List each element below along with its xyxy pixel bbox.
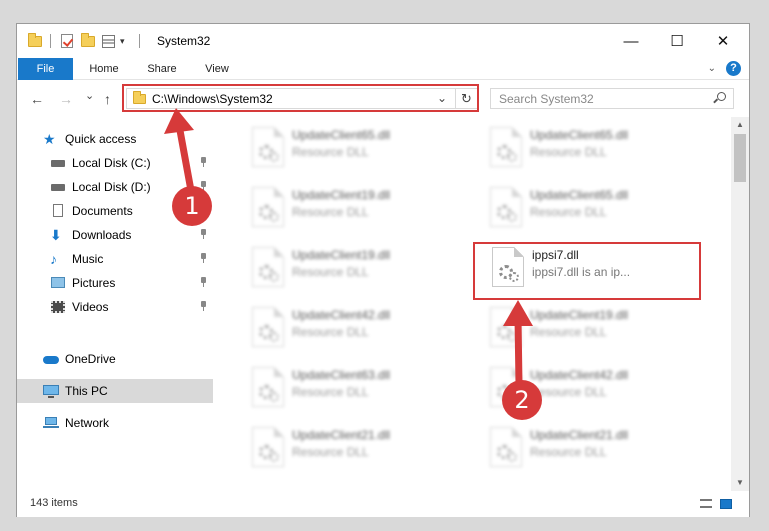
arrow-2-shaft — [514, 314, 523, 388]
arrow-2-head — [503, 300, 533, 326]
step-1-badge: 1 — [172, 186, 212, 226]
step-2-badge: 2 — [502, 380, 542, 420]
annotation-arrows — [164, 108, 533, 388]
arrow-1-head — [164, 108, 194, 134]
